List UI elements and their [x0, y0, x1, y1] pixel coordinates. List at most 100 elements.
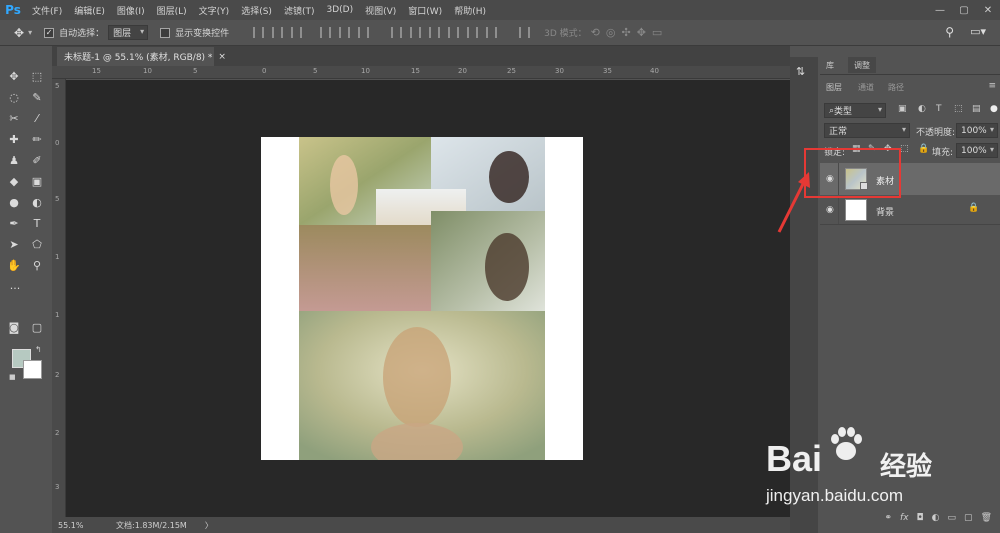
tab-paths[interactable]: 路径: [882, 79, 910, 95]
quick-select-tool-icon[interactable]: ✎: [29, 90, 45, 104]
ruler-top-tick: 25: [507, 67, 516, 75]
filter-shape-icon[interactable]: ⬚: [954, 104, 963, 114]
panel-menu-icon[interactable]: ≡: [988, 81, 996, 91]
show-transform-checkbox[interactable]: [160, 27, 171, 38]
menu-filter[interactable]: 滤镜(T): [278, 4, 321, 17]
menu-view[interactable]: 视图(V): [359, 4, 402, 17]
close-button[interactable]: ✕: [976, 0, 1000, 20]
maximize-button[interactable]: ▢: [952, 0, 976, 20]
dodge-tool-icon[interactable]: ◐: [29, 195, 45, 209]
blend-mode-dropdown[interactable]: 正常: [824, 123, 910, 138]
background-color-swatch[interactable]: [23, 360, 42, 379]
filter-adjustment-icon[interactable]: ◐: [918, 104, 926, 114]
gradient-tool-icon[interactable]: ▣: [29, 174, 45, 188]
filter-type-icon[interactable]: T: [936, 104, 942, 114]
eyedropper-tool-icon[interactable]: ⁄: [29, 111, 45, 125]
3d-slide-icon[interactable]: ✥: [637, 26, 646, 39]
blur-tool-icon[interactable]: ●: [6, 195, 22, 209]
hand-tool-icon[interactable]: ✋: [6, 258, 22, 272]
menu-edit[interactable]: 编辑(E): [68, 4, 111, 17]
opacity-input[interactable]: 100%: [956, 123, 998, 138]
align-vcenter-icon[interactable]: [272, 27, 284, 38]
tab-adjustments[interactable]: 调整: [848, 57, 876, 73]
crop-tool-icon[interactable]: ✂: [6, 111, 22, 125]
lock-all-icon[interactable]: 🔒: [918, 144, 929, 154]
screen-mode-icon[interactable]: ▢: [29, 320, 45, 334]
lasso-tool-icon[interactable]: ◌: [6, 90, 22, 104]
align-left-icon[interactable]: [320, 27, 332, 38]
distribute-vcenter-icon[interactable]: [410, 27, 422, 38]
layer-row[interactable]: ◉ 背景 🔒: [820, 196, 1000, 224]
menu-select[interactable]: 选择(S): [235, 4, 278, 17]
menu-help[interactable]: 帮助(H): [448, 4, 492, 17]
menu-image[interactable]: 图像(I): [111, 4, 151, 17]
type-tool-icon[interactable]: T: [29, 216, 45, 230]
filter-smart-object-icon[interactable]: ▤: [972, 104, 981, 114]
menu-window[interactable]: 窗口(W): [402, 4, 448, 17]
edit-toolbar-icon[interactable]: ···: [6, 281, 24, 295]
brush-tool-icon[interactable]: ✏: [29, 132, 45, 146]
filter-kind-dropdown[interactable]: ⌕ 类型: [824, 103, 886, 118]
default-colors-icon[interactable]: ■: [9, 373, 16, 381]
status-bar: 55.1% 文档:1.83M/2.15M 〉: [52, 517, 790, 533]
auto-align-icon[interactable]: [519, 27, 531, 38]
menu-type[interactable]: 文字(Y): [193, 4, 236, 17]
align-buttons: [249, 27, 534, 38]
distribute-left-icon[interactable]: [448, 27, 460, 38]
tab-channels[interactable]: 通道: [852, 79, 880, 95]
3d-pan-icon[interactable]: ✣: [621, 26, 630, 39]
eraser-tool-icon[interactable]: ◆: [6, 174, 22, 188]
align-top-icon[interactable]: [253, 27, 265, 38]
photo-figure: [489, 151, 529, 203]
quick-mask-icon[interactable]: ◙: [6, 320, 22, 334]
align-hcenter-icon[interactable]: [339, 27, 351, 38]
minimize-button[interactable]: —: [928, 0, 952, 20]
healing-brush-tool-icon[interactable]: ✚: [6, 132, 22, 146]
menu-layer[interactable]: 图层(L): [151, 4, 193, 17]
swap-colors-icon[interactable]: ↰: [35, 345, 42, 354]
history-brush-tool-icon[interactable]: ✐: [29, 153, 45, 167]
history-panel-icon[interactable]: ⇅: [796, 65, 805, 78]
pen-tool-icon[interactable]: ✒: [6, 216, 22, 230]
align-bottom-icon[interactable]: [291, 27, 303, 38]
menu-3d[interactable]: 3D(D): [320, 5, 359, 15]
document-tab-close-icon[interactable]: ×: [218, 52, 226, 62]
tool-preset-dropdown[interactable]: ▾: [28, 28, 32, 37]
auto-select-checkbox[interactable]: ✓: [44, 27, 55, 38]
paw-icon: [831, 427, 862, 460]
3d-orbit-icon[interactable]: ⟲: [591, 26, 600, 39]
marquee-tool-icon[interactable]: ⬚: [29, 69, 45, 83]
status-menu-arrow[interactable]: 〉: [205, 520, 213, 531]
layer-visibility-eye-icon[interactable]: ◉: [826, 205, 834, 215]
3d-roll-icon[interactable]: ◎: [606, 26, 616, 39]
distribute-bottom-icon[interactable]: [429, 27, 441, 38]
search-icon[interactable]: ⚲: [945, 25, 954, 39]
filter-pixel-icon[interactable]: ▣: [898, 104, 907, 114]
path-select-tool-icon[interactable]: ➤: [6, 237, 22, 251]
lock-artboard-icon[interactable]: ⬚: [900, 144, 909, 154]
zoom-tool-icon[interactable]: ⚲: [29, 258, 45, 272]
clone-stamp-tool-icon[interactable]: ♟: [6, 153, 22, 167]
tab-layers[interactable]: 图层: [820, 79, 848, 95]
align-right-icon[interactable]: [358, 27, 370, 38]
layer-thumbnail: [845, 199, 867, 221]
distribute-right-icon[interactable]: [486, 27, 498, 38]
move-tool-icon[interactable]: ✥: [14, 26, 24, 40]
move-tool-icon[interactable]: ✥: [6, 69, 22, 83]
distribute-top-icon[interactable]: [391, 27, 403, 38]
fill-input[interactable]: 100%: [956, 143, 998, 158]
divider: [820, 224, 1000, 225]
auto-select-dropdown[interactable]: 图层: [108, 25, 149, 40]
3d-scale-icon[interactable]: ▭: [652, 26, 662, 39]
document-tab[interactable]: 未标题-1 @ 55.1% (素材, RGB/8) * ×: [57, 47, 226, 66]
menu-file[interactable]: 文件(F): [26, 4, 68, 17]
distribute-hcenter-icon[interactable]: [467, 27, 479, 38]
shape-tool-icon[interactable]: ⬠: [29, 237, 45, 251]
workspace-icon[interactable]: ▭▾: [970, 25, 986, 38]
filter-toggle-icon[interactable]: ●: [990, 104, 998, 114]
photo-lying-field: [299, 225, 431, 311]
zoom-level[interactable]: 55.1%: [52, 521, 88, 530]
ruler-left-tick: 1: [55, 253, 60, 261]
ruler-left-tick: 5: [55, 195, 60, 203]
tab-library[interactable]: 库: [820, 57, 840, 73]
